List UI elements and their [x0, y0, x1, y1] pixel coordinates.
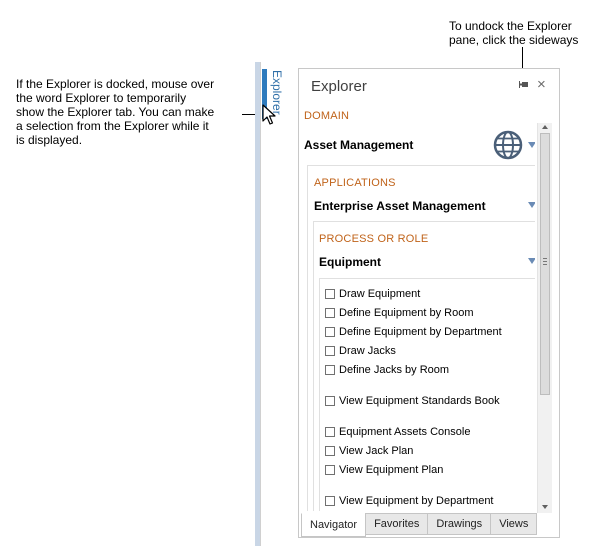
task-label: Draw Equipment — [339, 288, 421, 300]
callout-undock-pane: To undock the Explorer pane, click the s… — [449, 19, 599, 47]
task-item[interactable]: Define Equipment by Department — [325, 325, 502, 339]
task-label: Draw Jacks — [339, 345, 396, 357]
task-label: Define Equipment by Department — [339, 326, 502, 338]
task-label: View Equipment by Department — [339, 495, 494, 507]
task-label: View Equipment Standards Book — [339, 395, 500, 407]
scroll-grip-icon — [543, 258, 547, 265]
vertical-scrollbar[interactable] — [537, 123, 552, 513]
task-item[interactable]: Define Jacks by Room — [325, 363, 449, 377]
scroll-up-arrow-icon[interactable] — [542, 125, 548, 129]
process-dropdown-arrow[interactable] — [528, 258, 535, 264]
checkbox[interactable] — [325, 289, 335, 299]
process-label: PROCESS OR ROLE — [319, 233, 429, 245]
tab-navigator[interactable]: Navigator — [301, 513, 367, 537]
callout-docked-explorer: If the Explorer is docked, mouse over th… — [16, 77, 244, 147]
applications-label: APPLICATIONS — [314, 177, 396, 189]
explorer-pane: Explorer × DOMAIN Asset Management APPLI… — [298, 68, 560, 538]
checkbox[interactable] — [325, 346, 335, 356]
task-item[interactable]: View Jack Plan — [325, 444, 413, 458]
task-item[interactable]: Draw Equipment — [325, 287, 420, 301]
tab-drawings[interactable]: Drawings — [427, 513, 492, 535]
task-label: Equipment Assets Console — [339, 426, 471, 438]
pane-tabs: Navigator Favorites Drawings Views — [301, 513, 538, 537]
globe-icon — [493, 130, 523, 160]
process-value[interactable]: Equipment — [319, 255, 381, 269]
callout-line: is displayed. — [16, 133, 83, 147]
task-item[interactable]: Equipment Assets Console — [325, 425, 470, 439]
checkbox[interactable] — [325, 427, 335, 437]
pin-sideways-icon[interactable] — [519, 80, 529, 90]
callout-line: To undock the Explorer — [449, 19, 572, 33]
close-icon[interactable]: × — [537, 77, 546, 93]
task-item[interactable]: View Equipment by Department — [325, 494, 494, 508]
callout-line: a selection from the Explorer while it — [16, 119, 209, 133]
task-label: Define Jacks by Room — [339, 364, 450, 376]
checkbox[interactable] — [325, 496, 335, 506]
checkbox[interactable] — [325, 465, 335, 475]
task-item[interactable]: View Equipment Plan — [325, 463, 443, 477]
dock-tab-area — [260, 62, 300, 546]
task-item[interactable]: View Equipment Standards Book — [325, 394, 500, 408]
checkbox[interactable] — [325, 396, 335, 406]
applications-value[interactable]: Enterprise Asset Management — [314, 199, 486, 213]
callout-line: If the Explorer is docked, mouse over — [16, 77, 215, 91]
domain-dropdown-arrow[interactable] — [528, 142, 535, 148]
task-label: Define Equipment by Room — [339, 307, 474, 319]
mouse-pointer-icon — [262, 104, 276, 125]
callout-line: the word Explorer to temporarily — [16, 91, 187, 105]
tab-views[interactable]: Views — [490, 513, 538, 535]
scroll-down-arrow-icon[interactable] — [542, 505, 548, 509]
callout-line: pane, click the sideways — [449, 33, 579, 47]
callout-line: show the Explorer tab. You can make — [16, 105, 215, 119]
task-label: View Equipment Plan — [339, 464, 444, 476]
task-label: View Jack Plan — [339, 445, 414, 457]
domain-value[interactable]: Asset Management — [304, 138, 413, 152]
pane-title: Explorer — [311, 78, 367, 95]
checkbox[interactable] — [325, 327, 335, 337]
tab-favorites[interactable]: Favorites — [365, 513, 429, 535]
checkbox[interactable] — [325, 446, 335, 456]
task-item[interactable]: Draw Jacks — [325, 344, 396, 358]
checkbox[interactable] — [325, 365, 335, 375]
explorer-content: DOMAIN Asset Management APPLICATIONS Ent… — [299, 103, 535, 511]
applications-dropdown-arrow[interactable] — [528, 202, 535, 208]
pane-header: Explorer × — [299, 69, 559, 103]
task-item[interactable]: Define Equipment by Room — [325, 306, 474, 320]
scroll-thumb[interactable] — [540, 133, 550, 395]
checkbox[interactable] — [325, 308, 335, 318]
domain-label: DOMAIN — [304, 110, 350, 122]
